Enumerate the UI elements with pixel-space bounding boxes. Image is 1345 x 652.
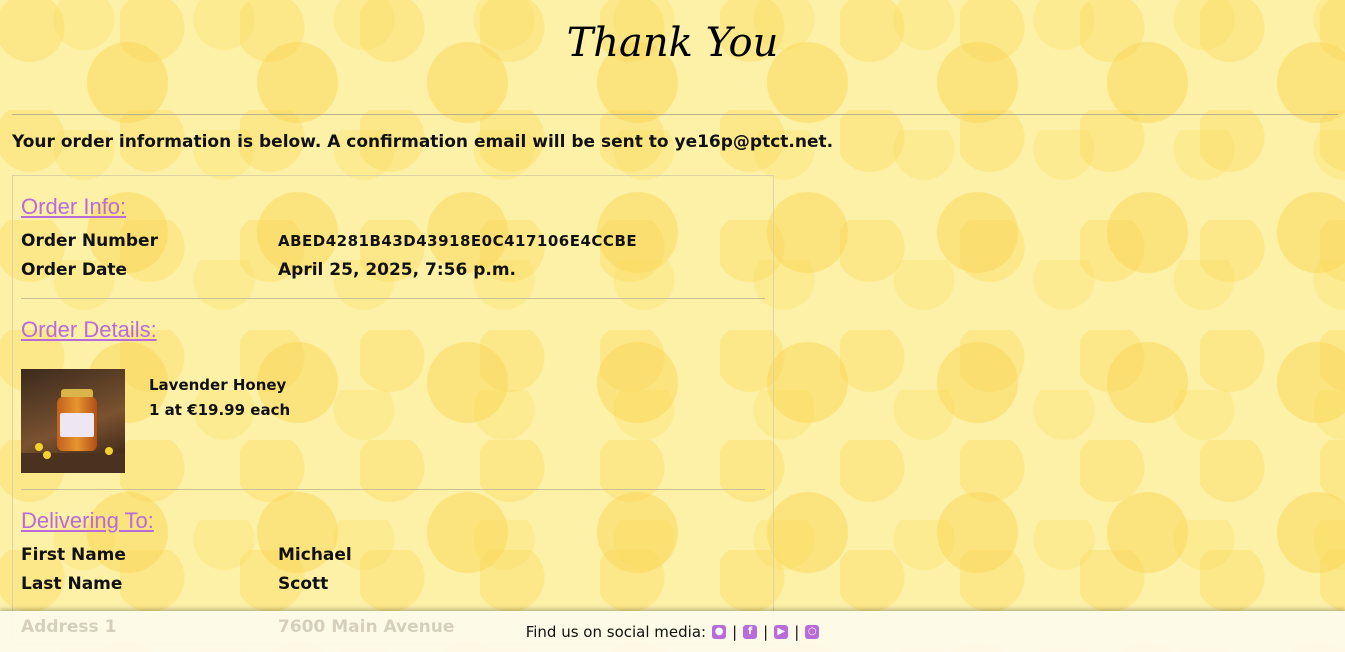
address-1-value: 7600 Main Avenue <box>278 617 455 637</box>
first-name-row: First Name Michael <box>21 540 765 569</box>
delivering-to-heading: Delivering To: <box>21 508 154 533</box>
instagram-icon[interactable]: ○ <box>805 624 820 639</box>
section-divider <box>21 489 765 490</box>
order-date-row: Order Date April 25, 2025, 7:56 p.m. <box>21 255 765 284</box>
section-divider <box>21 298 765 299</box>
order-date-label: Order Date <box>21 259 128 280</box>
github-icon[interactable]: ● <box>712 624 727 639</box>
separator: | <box>794 622 800 641</box>
social-links: ● | f | ▶ | ○ <box>712 622 820 641</box>
item-quantity: 1 at €19.99 each <box>149 401 291 419</box>
order-number-value: ABED4281B43D43918E0C417106E4CCBE <box>278 231 638 250</box>
item-name: Lavender Honey <box>149 376 287 394</box>
separator: | <box>732 622 738 641</box>
intro-suffix: . <box>826 132 834 152</box>
last-name-label: Last Name <box>21 573 123 594</box>
order-item: Lavender Honey 1 at €19.99 each <box>21 369 765 473</box>
footer-text: Find us on social media: <box>525 622 707 641</box>
confirmation-email: ye16p@ptct.net <box>674 132 827 152</box>
product-thumbnail <box>21 369 125 473</box>
youtube-icon[interactable]: ▶ <box>774 624 789 639</box>
order-details-heading: Order Details: <box>21 317 157 342</box>
last-name-row: Last Name Scott <box>21 569 765 598</box>
intro-text: Your order information is below. A confi… <box>12 132 833 152</box>
order-number-row: Order Number ABED4281B43D43918E0C417106E… <box>21 226 765 255</box>
order-date-value: April 25, 2025, 7:56 p.m. <box>278 259 517 280</box>
order-number-label: Order Number <box>21 230 158 251</box>
intro-prefix: Your order information is below. A confi… <box>12 132 669 152</box>
address-1-row: Address 1 7600 Main Avenue <box>21 617 454 637</box>
last-name-value: Scott <box>278 573 329 594</box>
order-summary-card: Order Info: Order Number ABED4281B43D439… <box>12 175 774 645</box>
header-divider <box>12 114 1338 115</box>
order-info-heading: Order Info: <box>21 194 127 219</box>
address-1-label: Address 1 <box>21 617 117 637</box>
item-info: Lavender Honey 1 at €19.99 each <box>149 369 290 473</box>
facebook-icon[interactable]: f <box>743 624 758 639</box>
page-title: Thank You <box>566 20 779 66</box>
first-name-value: Michael <box>278 544 352 565</box>
separator: | <box>763 622 769 641</box>
first-name-label: First Name <box>21 544 126 565</box>
